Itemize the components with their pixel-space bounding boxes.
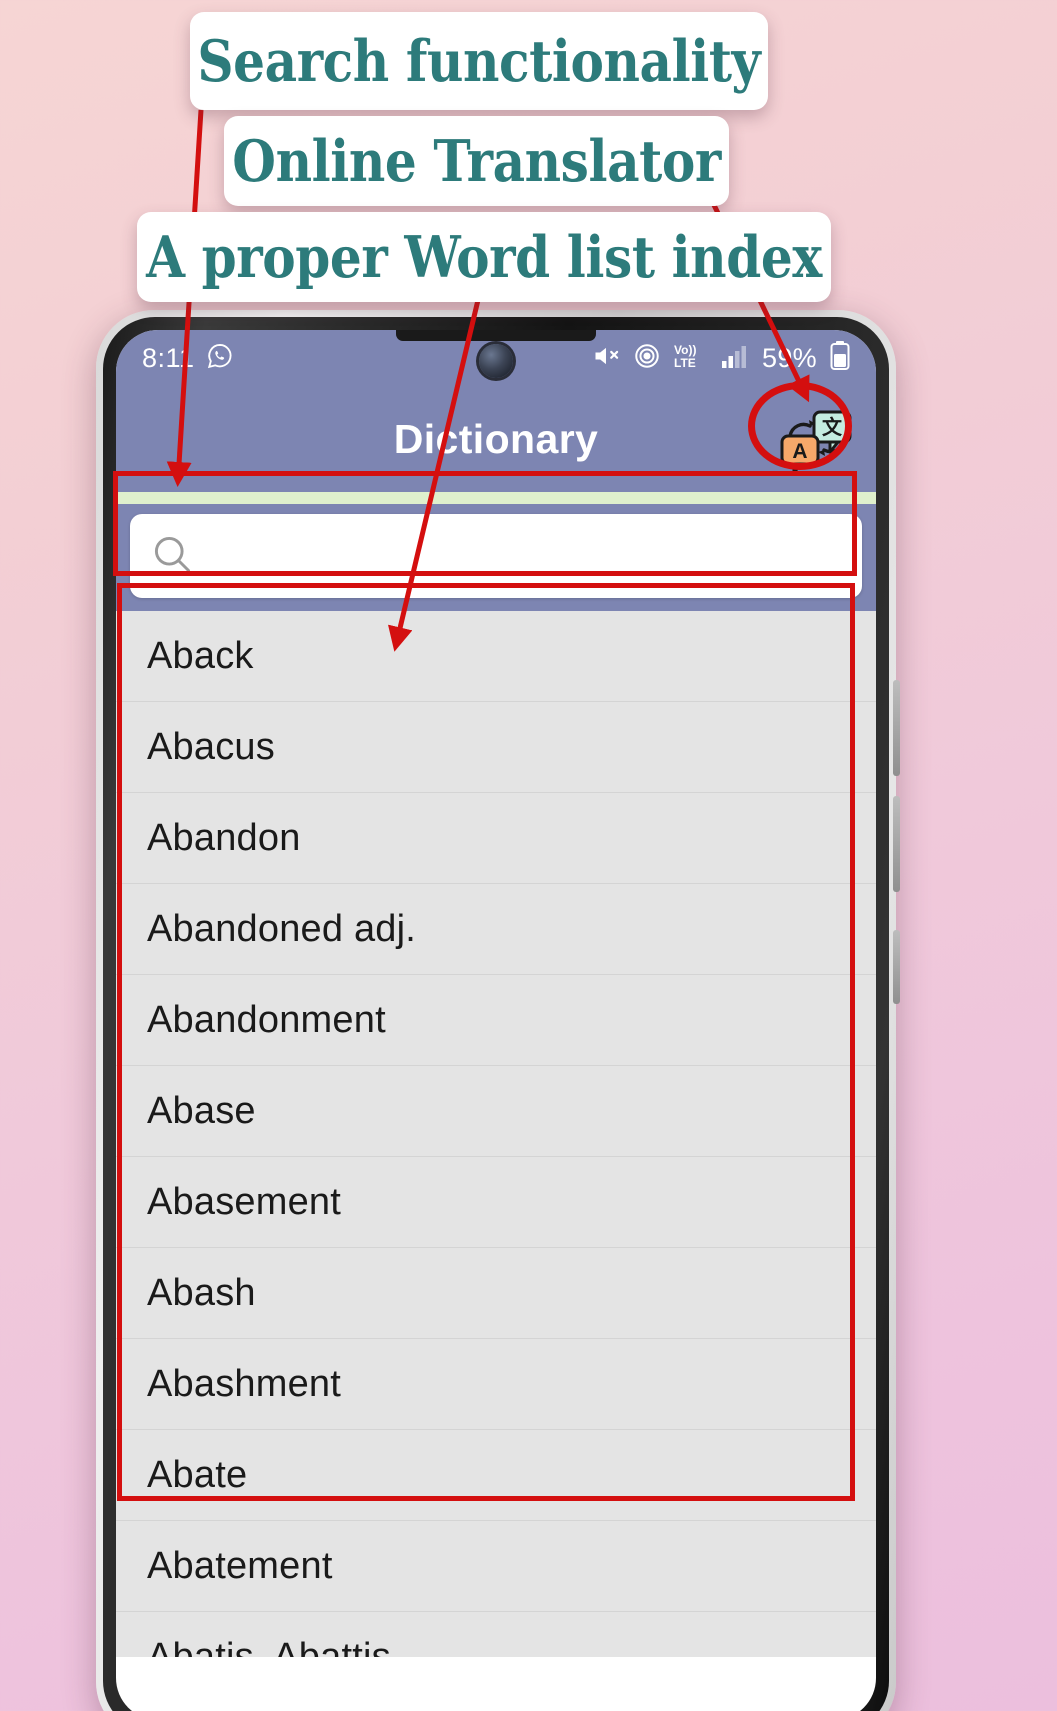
status-clock: 8:11 <box>142 342 195 373</box>
word-list-item-label: Abatis, Abattis <box>147 1635 391 1658</box>
front-camera-icon <box>479 344 513 378</box>
earpiece-speaker <box>396 330 596 341</box>
callout-search-functionality: Search functionality <box>190 12 768 110</box>
svg-text:Vo)): Vo)) <box>674 343 696 357</box>
signal-bars-icon <box>721 343 749 374</box>
status-bar-left: 8:11 <box>142 342 234 375</box>
callout-label: Search functionality <box>197 27 761 95</box>
status-bar-right: Vo)) LTE 59% <box>592 340 850 376</box>
volume-up-button[interactable] <box>893 680 900 776</box>
word-list-item-label: Abatement <box>147 1544 333 1587</box>
power-button[interactable] <box>893 930 900 1004</box>
highlight-box-search <box>113 471 857 576</box>
word-list-item[interactable]: Abatement <box>116 1521 876 1612</box>
volte-icon: Vo)) LTE <box>674 341 708 376</box>
highlight-circle-translator <box>748 382 852 470</box>
callout-word-list-index: A proper Word list index <box>137 212 831 302</box>
callout-label: Online Translator <box>232 127 721 195</box>
highlight-box-word-list <box>117 583 855 1501</box>
battery-percent-label: 59% <box>762 342 817 373</box>
battery-icon <box>830 340 850 376</box>
hotspot-icon <box>633 342 661 375</box>
word-list-item[interactable]: Abatis, Abattis <box>116 1612 876 1657</box>
mute-icon <box>592 342 620 375</box>
status-bar: 8:11 Vo)) LTE 59% <box>116 330 876 386</box>
volume-down-button[interactable] <box>893 796 900 892</box>
svg-text:LTE: LTE <box>674 356 696 370</box>
whatsapp-icon <box>206 342 234 375</box>
callout-online-translator: Online Translator <box>224 116 729 206</box>
callout-label: A proper Word list index <box>146 223 822 291</box>
